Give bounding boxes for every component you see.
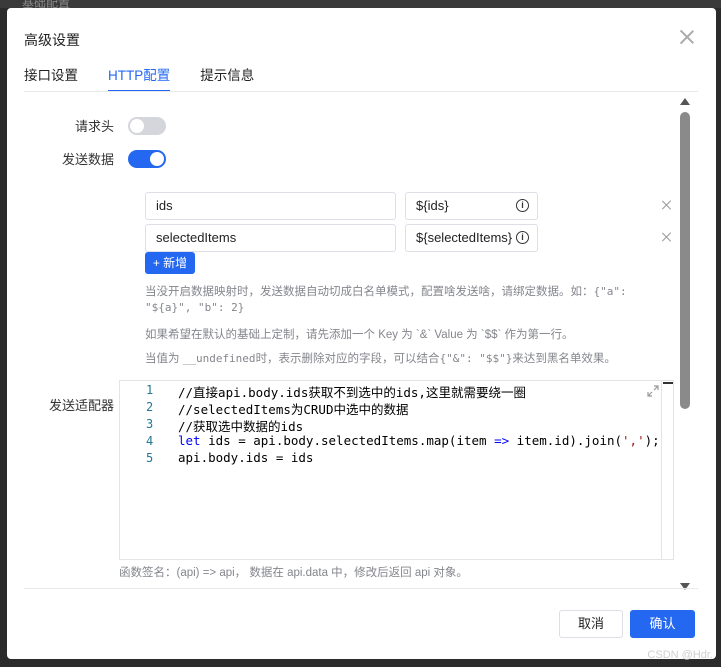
value-text: ${selectedItems}	[416, 230, 513, 245]
send-data-hint-3: 当值为 __undefined时，表示删除对应的字段，可以结合{"&": "$$…	[145, 351, 675, 367]
scrollbar-thumb[interactable]	[680, 112, 690, 409]
cancel-button[interactable]: 取消	[559, 610, 623, 638]
value-text: ${ids}	[416, 198, 449, 213]
delete-row-icon[interactable]	[660, 198, 674, 212]
switch-knob	[130, 119, 144, 133]
code-editor[interactable]: 1 2 3 4 5 //直接api.body.ids获取不到选中的ids,这里就…	[119, 380, 674, 560]
line-number: 4	[146, 434, 154, 448]
hint-text: 当没开启数据映射时，发送数据自动切成白名单模式，配置啥发送啥，请绑定数据。如：	[145, 286, 594, 298]
add-row-label: 新增	[163, 256, 188, 270]
request-headers-label: 请求头	[74, 119, 114, 134]
add-row-button[interactable]: + 新增	[145, 252, 195, 274]
send-data-value-input[interactable]: ${ids} i	[405, 192, 538, 220]
line-number: 2	[146, 400, 154, 414]
tab-api-settings[interactable]: 接口设置	[24, 64, 78, 92]
key-value-text: ids	[156, 198, 173, 213]
line-number-gutter: 1 2 3 4 5	[120, 381, 168, 559]
adaptor-label: 发送适配器	[48, 398, 114, 413]
confirm-button[interactable]: 确认	[630, 610, 695, 638]
info-icon[interactable]: i	[516, 199, 529, 212]
form-scroll-area: 请求头 发送数据 ids ${ids} i selectedItems ${se…	[24, 92, 695, 588]
key-value-text: selectedItems	[156, 230, 237, 245]
send-data-hint-2: 如果希望在默认的基础上定制，请先添加一个 Key 为 `&` Value 为 `…	[145, 329, 574, 341]
switch-knob	[150, 152, 164, 166]
hint-code: __undefined	[182, 352, 256, 365]
send-data-value-input[interactable]: ${selectedItems} i	[405, 224, 538, 252]
dialog-title: 高级设置	[24, 32, 80, 48]
footer-divider	[24, 588, 698, 589]
adaptor-signature-hint: 函数签名：(api) => api， 数据在 api.data 中，修改后返回 …	[119, 567, 468, 579]
hint-text: 来达到黑名单效果。	[512, 353, 616, 365]
send-data-hint-1: 当没开启数据映射时，发送数据自动切成白名单模式，配置啥发送啥，请绑定数据。如：{…	[145, 284, 675, 316]
expand-icon[interactable]	[647, 385, 659, 397]
hint-code: {"&": "$$"}	[439, 352, 513, 365]
line-number: 1	[146, 383, 154, 397]
ruler-marker	[663, 382, 673, 384]
code-line: api.body.ids = ids	[178, 450, 314, 465]
send-data-switch[interactable]	[128, 150, 166, 168]
hint-text: 当值为	[145, 353, 183, 365]
code-line: let ids = api.body.selectedItems.map(ite…	[178, 433, 660, 448]
request-headers-switch[interactable]	[128, 117, 166, 135]
scroll-up-arrow-icon[interactable]	[680, 98, 690, 105]
editor-overview-ruler	[661, 381, 673, 559]
plus-icon: +	[152, 256, 160, 270]
line-number: 3	[146, 417, 154, 431]
watermark: CSDN @Hdr.	[647, 649, 713, 661]
tab-message-info[interactable]: 提示信息	[200, 64, 254, 92]
delete-row-icon[interactable]	[660, 230, 674, 244]
send-data-label: 发送数据	[61, 152, 114, 167]
tab-http-config[interactable]: HTTP配置	[108, 64, 171, 92]
close-icon[interactable]	[678, 28, 696, 46]
info-icon[interactable]: i	[516, 231, 529, 244]
form-scrollbar[interactable]	[678, 94, 692, 590]
advanced-settings-dialog: 高级设置 接口设置 HTTP配置 提示信息 请求头 发送数据 ids ${ids…	[7, 8, 716, 659]
send-data-key-input[interactable]: selectedItems	[145, 224, 396, 252]
background-page: 基础配置	[0, 0, 721, 10]
tab-bar: 接口设置 HTTP配置 提示信息	[24, 64, 284, 92]
line-number: 5	[146, 451, 154, 465]
hint-text: 时，表示删除对应的字段，可以结合	[255, 353, 440, 365]
send-data-key-input[interactable]: ids	[145, 192, 396, 220]
